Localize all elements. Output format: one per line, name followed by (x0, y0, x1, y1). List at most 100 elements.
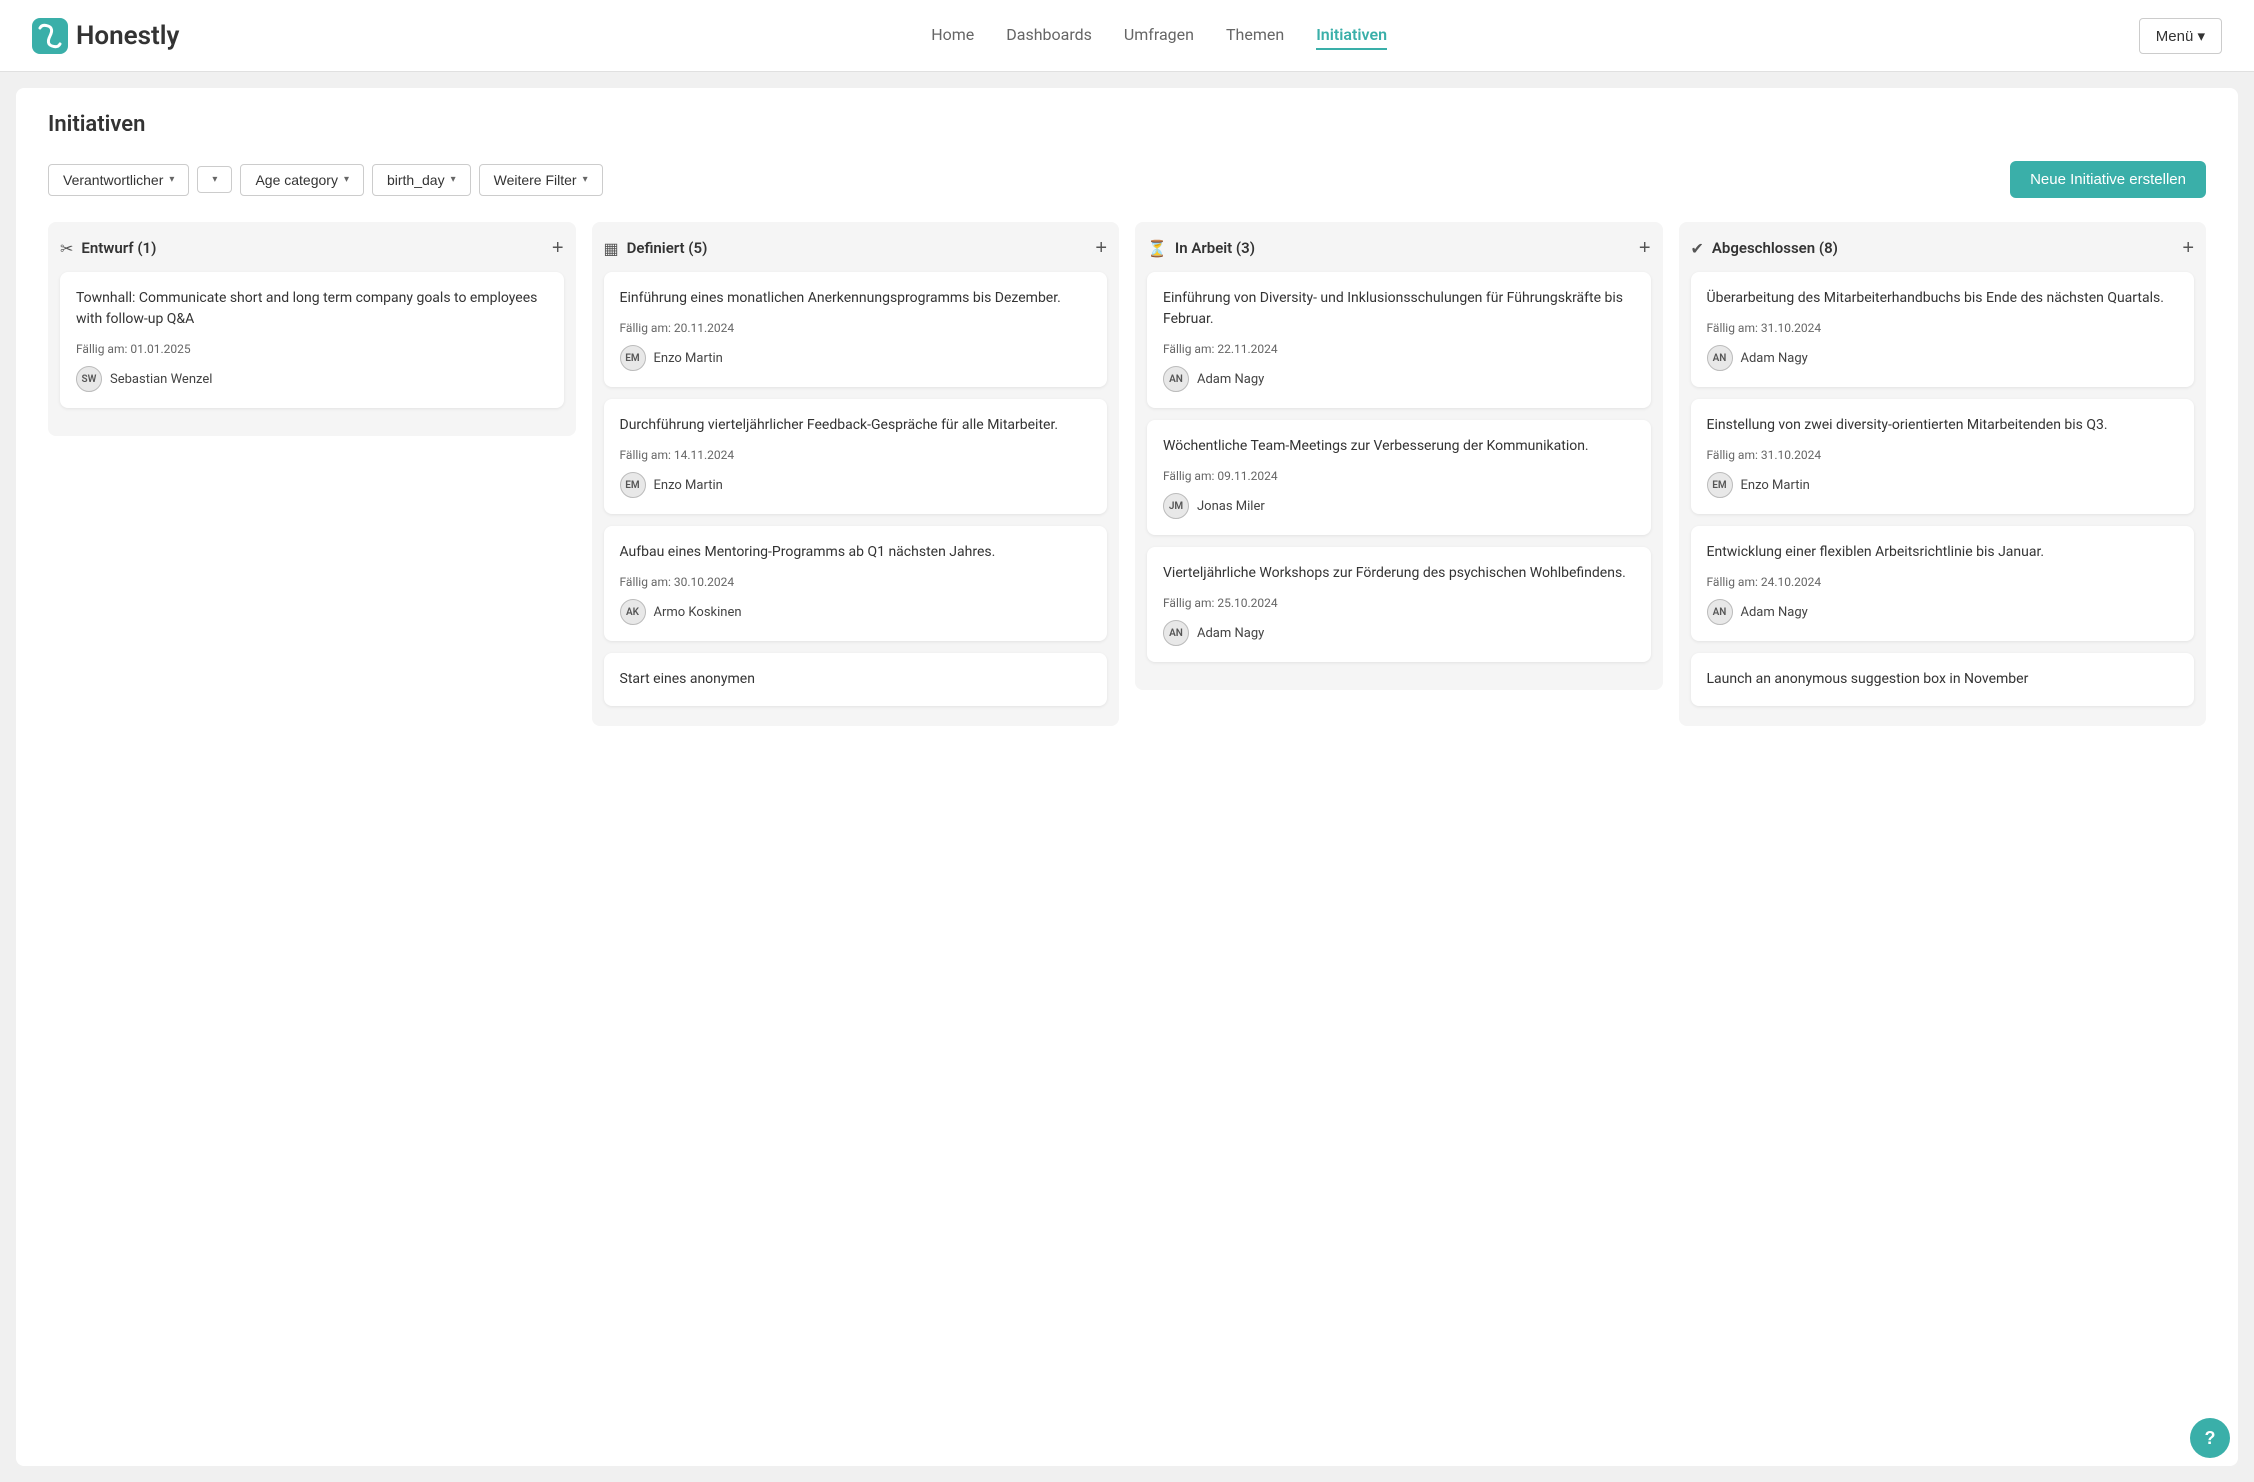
menu-button[interactable]: Menü ▾ (2139, 18, 2222, 54)
column-icon-abgeschlossen: ✔ (1691, 239, 1704, 258)
card-definiert-1[interactable]: Durchführung vierteljährlicher Feedback-… (604, 399, 1108, 514)
avatar: AN (1707, 345, 1733, 371)
card-abgeschlossen-2[interactable]: Entwicklung einer flexiblen Arbeitsricht… (1691, 526, 2195, 641)
assignee-name: Enzo Martin (654, 351, 723, 366)
column-abgeschlossen: ✔ Abgeschlossen (8) + Überarbeitung des … (1679, 222, 2207, 726)
caret-icon-3: ▾ (451, 174, 456, 185)
assignee-name: Enzo Martin (654, 478, 723, 493)
card-abgeschlossen-1[interactable]: Einstellung von zwei diversity-orientier… (1691, 399, 2195, 514)
column-definiert: ▦ Definiert (5) + Einführung eines monat… (592, 222, 1120, 726)
card-due: Fällig am: 14.11.2024 (620, 448, 1092, 462)
logo-icon (32, 18, 68, 54)
card-due: Fällig am: 25.10.2024 (1163, 596, 1635, 610)
filter-bar: Verantwortlicher ▾ ▾ Age category ▾ birt… (48, 161, 2206, 198)
card-partial-definiert: Start eines anonymen (604, 653, 1108, 706)
header: Honestly Home Dashboards Umfragen Themen… (0, 0, 2254, 72)
card-title: Townhall: Communicate short and long ter… (76, 288, 548, 330)
nav-home[interactable]: Home (931, 21, 974, 50)
filter-birth-day[interactable]: birth_day ▾ (372, 164, 471, 196)
nav-themen[interactable]: Themen (1226, 21, 1284, 50)
nav-initiativen[interactable]: Initiativen (1316, 21, 1387, 50)
card-due: Fällig am: 01.01.2025 (76, 342, 548, 356)
card-due: Fällig am: 09.11.2024 (1163, 469, 1635, 483)
card-title: Einführung von Diversity- und Inklusions… (1163, 288, 1635, 330)
nav-dashboards[interactable]: Dashboards (1006, 21, 1092, 50)
kanban-board: ✂ Entwurf (1) + Townhall: Communicate sh… (48, 222, 2206, 726)
new-initiative-button[interactable]: Neue Initiative erstellen (2010, 161, 2206, 198)
card-in-arbeit-1[interactable]: Wöchentliche Team-Meetings zur Verbesser… (1147, 420, 1651, 535)
card-assignee: SW Sebastian Wenzel (76, 366, 548, 392)
card-in-arbeit-2[interactable]: Vierteljährliche Workshops zur Förderung… (1147, 547, 1651, 662)
card-due: Fällig am: 31.10.2024 (1707, 321, 2179, 335)
avatar: JM (1163, 493, 1189, 519)
card-definiert-2[interactable]: Aufbau eines Mentoring-Programms ab Q1 n… (604, 526, 1108, 641)
card-title: Einstellung von zwei diversity-orientier… (1707, 415, 2179, 436)
nav-umfragen[interactable]: Umfragen (1124, 21, 1194, 50)
column-header-in-arbeit: ⏳ In Arbeit (3) + (1147, 238, 1651, 258)
column-title-in-arbeit: In Arbeit (3) (1175, 239, 1255, 257)
column-title-definiert: Definiert (5) (627, 239, 708, 257)
card-assignee: AN Adam Nagy (1163, 366, 1635, 392)
caret-icon-4: ▾ (583, 174, 588, 185)
avatar: AK (620, 599, 646, 625)
column-title-wrap: ✔ Abgeschlossen (8) (1691, 239, 1838, 258)
card-title-partial: Start eines anonymen (620, 669, 1092, 690)
assignee-name: Armo Koskinen (654, 605, 742, 620)
help-button[interactable]: ? (2190, 1418, 2230, 1458)
card-title: Aufbau eines Mentoring-Programms ab Q1 n… (620, 542, 1092, 563)
avatar: AN (1707, 599, 1733, 625)
avatar: EM (1707, 472, 1733, 498)
logo[interactable]: Honestly (32, 18, 179, 54)
column-add-button-entwurf[interactable]: + (552, 238, 564, 258)
assignee-name: Jonas Miler (1197, 499, 1265, 514)
assignee-name: Adam Nagy (1741, 605, 1808, 620)
filter-age-category[interactable]: Age category ▾ (240, 164, 364, 196)
card-entwurf-0[interactable]: Townhall: Communicate short and long ter… (60, 272, 564, 408)
column-add-button-in-arbeit[interactable]: + (1639, 238, 1651, 258)
avatar: EM (620, 472, 646, 498)
assignee-name: Sebastian Wenzel (110, 372, 212, 387)
card-abgeschlossen-0[interactable]: Überarbeitung des Mitarbeiterhandbuchs b… (1691, 272, 2195, 387)
card-title: Wöchentliche Team-Meetings zur Verbesser… (1163, 436, 1635, 457)
column-header-entwurf: ✂ Entwurf (1) + (60, 238, 564, 258)
card-title: Vierteljährliche Workshops zur Förderung… (1163, 563, 1635, 584)
column-title-wrap: ▦ Definiert (5) (604, 239, 708, 258)
card-partial-abgeschlossen: Launch an anonymous suggestion box in No… (1691, 653, 2195, 706)
assignee-name: Adam Nagy (1197, 626, 1264, 641)
column-add-button-abgeschlossen[interactable]: + (2182, 238, 2194, 258)
app-name: Honestly (76, 21, 179, 51)
main-content: Initiativen Verantwortlicher ▾ ▾ Age cat… (16, 88, 2238, 1466)
avatar: AN (1163, 366, 1189, 392)
card-in-arbeit-0[interactable]: Einführung von Diversity- und Inklusions… (1147, 272, 1651, 408)
caret-icon: ▾ (169, 174, 174, 185)
card-title: Einführung eines monatlichen Anerkennung… (620, 288, 1092, 309)
avatar: EM (620, 345, 646, 371)
filter-extra[interactable]: ▾ (197, 166, 232, 193)
card-due: Fällig am: 22.11.2024 (1163, 342, 1635, 356)
card-title-partial: Launch an anonymous suggestion box in No… (1707, 669, 2179, 690)
column-title-entwurf: Entwurf (1) (81, 239, 156, 257)
main-nav: Home Dashboards Umfragen Themen Initiati… (219, 21, 2098, 50)
card-title: Entwicklung einer flexiblen Arbeitsricht… (1707, 542, 2179, 563)
filter-verantwortlicher[interactable]: Verantwortlicher ▾ (48, 164, 189, 196)
card-assignee: EM Enzo Martin (1707, 472, 2179, 498)
column-icon-in-arbeit: ⏳ (1147, 239, 1167, 258)
avatar: AN (1163, 620, 1189, 646)
filter-weitere[interactable]: Weitere Filter ▾ (479, 164, 603, 196)
card-assignee: EM Enzo Martin (620, 472, 1092, 498)
card-assignee: AN Adam Nagy (1707, 599, 2179, 625)
card-due: Fällig am: 31.10.2024 (1707, 448, 2179, 462)
card-definiert-0[interactable]: Einführung eines monatlichen Anerkennung… (604, 272, 1108, 387)
assignee-name: Adam Nagy (1197, 372, 1264, 387)
card-due: Fällig am: 20.11.2024 (620, 321, 1092, 335)
page-title: Initiativen (48, 112, 2206, 137)
card-due: Fällig am: 24.10.2024 (1707, 575, 2179, 589)
card-assignee: JM Jonas Miler (1163, 493, 1635, 519)
column-title-wrap: ⏳ In Arbeit (3) (1147, 239, 1255, 258)
column-header-abgeschlossen: ✔ Abgeschlossen (8) + (1691, 238, 2195, 258)
assignee-name: Adam Nagy (1741, 351, 1808, 366)
column-add-button-definiert[interactable]: + (1095, 238, 1107, 258)
column-icon-entwurf: ✂ (60, 239, 73, 258)
column-header-definiert: ▦ Definiert (5) + (604, 238, 1108, 258)
card-assignee: AN Adam Nagy (1707, 345, 2179, 371)
